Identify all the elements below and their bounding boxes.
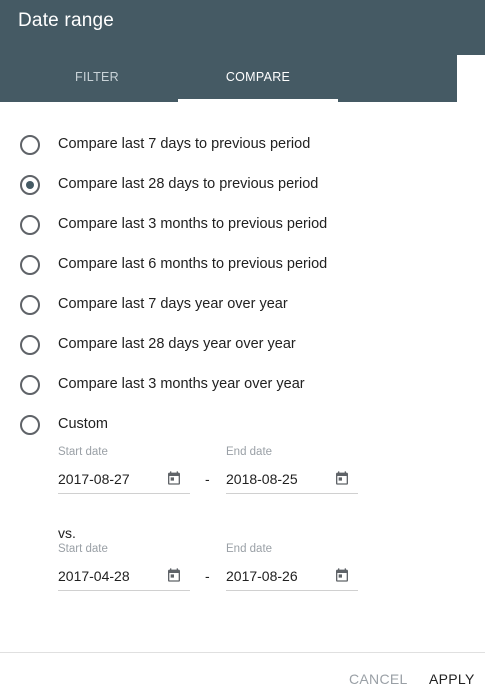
option-last-3-months-yoy[interactable]: Compare last 3 months year over year xyxy=(0,365,485,405)
range2-start-date-input[interactable] xyxy=(58,568,158,584)
range2-start-label: Start date xyxy=(58,543,108,555)
option-last-28-days-previous[interactable]: Compare last 28 days to previous period xyxy=(0,165,485,205)
range2-start-date-field[interactable] xyxy=(58,562,190,591)
apply-button[interactable]: APPLY xyxy=(429,671,475,687)
range-separator: - xyxy=(205,568,210,584)
radio-button-checked[interactable] xyxy=(20,175,40,195)
cancel-button[interactable]: CANCEL xyxy=(349,671,408,687)
option-label: Compare last 3 months year over year xyxy=(58,376,305,392)
tab-compare-label: COMPARE xyxy=(225,70,291,84)
option-label: Compare last 6 months to previous period xyxy=(58,256,328,272)
tab-compare[interactable]: COMPARE xyxy=(178,70,338,102)
date-range-dialog: Date range FILTER COMPARE Compare last 7… xyxy=(0,0,485,699)
active-tab-indicator xyxy=(178,99,338,102)
option-last-3-months-previous[interactable]: Compare last 3 months to previous period xyxy=(0,205,485,245)
option-custom[interactable]: Custom xyxy=(0,405,485,445)
option-label: Compare last 28 days year over year xyxy=(58,336,296,352)
dialog-title: Date range xyxy=(18,10,115,31)
footer-divider xyxy=(0,652,485,653)
option-last-7-days-previous[interactable]: Compare last 7 days to previous period xyxy=(0,125,485,165)
option-last-28-days-yoy[interactable]: Compare last 28 days year over year xyxy=(0,325,485,365)
calendar-icon[interactable] xyxy=(166,567,182,583)
radio-button[interactable] xyxy=(20,255,40,275)
calendar-icon[interactable] xyxy=(334,470,350,486)
radio-button[interactable] xyxy=(20,135,40,155)
radio-button[interactable] xyxy=(20,295,40,315)
header-notch xyxy=(457,55,485,102)
range2-end-date-input[interactable] xyxy=(226,568,326,584)
compare-options: Compare last 7 days to previous period C… xyxy=(0,125,485,445)
range-separator: - xyxy=(205,471,210,487)
dialog-header: Date range FILTER COMPARE xyxy=(0,0,485,102)
range2-end-label: End date xyxy=(226,543,273,555)
range1-end-label: End date xyxy=(226,446,273,458)
calendar-icon[interactable] xyxy=(166,470,182,486)
radio-button[interactable] xyxy=(20,375,40,395)
calendar-icon[interactable] xyxy=(334,567,350,583)
range1-start-date-field[interactable] xyxy=(58,465,190,494)
option-label: Compare last 3 months to previous period xyxy=(58,216,328,232)
tab-filter[interactable]: FILTER xyxy=(22,70,172,102)
range1-start-label: Start date xyxy=(58,446,108,458)
radio-button[interactable] xyxy=(20,415,40,435)
range1-end-date-input[interactable] xyxy=(226,471,326,487)
option-last-7-days-yoy[interactable]: Compare last 7 days year over year xyxy=(0,285,485,325)
radio-button[interactable] xyxy=(20,215,40,235)
range1-end-date-field[interactable] xyxy=(226,465,358,494)
radio-button[interactable] xyxy=(20,335,40,355)
option-label: Compare last 7 days to previous period xyxy=(58,136,311,152)
tab-filter-label: FILTER xyxy=(75,70,119,84)
option-label: Compare last 28 days to previous period xyxy=(58,176,319,192)
option-label: Compare last 7 days year over year xyxy=(58,296,288,312)
option-last-6-months-previous[interactable]: Compare last 6 months to previous period xyxy=(0,245,485,285)
range2-end-date-field[interactable] xyxy=(226,562,358,591)
vs-label: vs. xyxy=(58,525,76,541)
option-label: Custom xyxy=(58,416,108,432)
range1-start-date-input[interactable] xyxy=(58,471,158,487)
